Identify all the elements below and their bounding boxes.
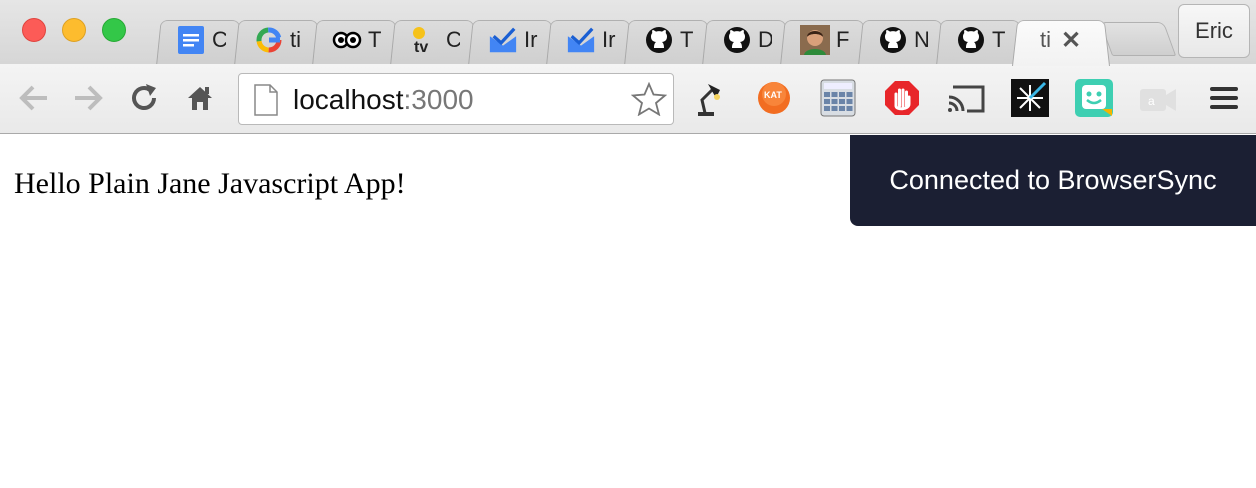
google-g-icon <box>254 25 284 55</box>
cast-icon[interactable] <box>946 78 986 118</box>
photo-avatar-icon <box>800 25 830 55</box>
tab-label: Ir <box>602 27 616 52</box>
menu-button[interactable] <box>1204 78 1244 118</box>
window-close-button[interactable] <box>22 18 46 42</box>
forward-arrow-icon <box>75 85 103 111</box>
tab-item[interactable]: F <box>800 22 850 58</box>
page-content: Hello Plain Jane Javascript App! Connect… <box>0 135 1256 488</box>
kat-icon[interactable]: KAT <box>754 78 794 118</box>
face-icon[interactable] <box>1074 78 1114 118</box>
tab-item[interactable]: Ir <box>488 22 538 58</box>
spark-icon[interactable] <box>1010 78 1050 118</box>
tripadvisor-owl-icon <box>332 25 362 55</box>
adblock-icon[interactable] <box>882 78 922 118</box>
camera-icon[interactable]: a <box>1138 78 1178 118</box>
tab-item[interactable]: Ir <box>566 22 616 58</box>
tab-label: C <box>212 27 226 52</box>
url-host: localhost <box>293 84 404 115</box>
tab-item[interactable]: C <box>176 22 226 58</box>
toolbar: localhost:3000 KAT a <box>0 64 1256 134</box>
tab-label: T <box>368 27 382 52</box>
github-icon <box>878 25 908 55</box>
reload-icon <box>132 84 156 110</box>
tab-label: C <box>446 27 460 52</box>
github-icon <box>956 25 986 55</box>
back-button[interactable] <box>14 78 54 118</box>
tab-label: ti <box>1040 27 1051 52</box>
inbox-icon <box>488 25 518 55</box>
tv-icon: tv <box>410 25 440 55</box>
tab-label: F <box>836 27 850 52</box>
github-icon <box>644 25 674 55</box>
browsersync-notification: Connected to BrowserSync <box>850 135 1256 226</box>
tab-label: N <box>914 27 928 52</box>
tab-item[interactable]: D <box>722 22 772 58</box>
tab-item[interactable]: T <box>332 22 382 58</box>
svg-text:KAT: KAT <box>764 90 782 100</box>
tab-item[interactable]: T <box>644 22 694 58</box>
tab-strip: C ti T tv C Ir Ir T D F N T ti ✕ Eric <box>0 0 1256 67</box>
tab-item-active[interactable]: ti ✕ <box>1040 22 1100 58</box>
svg-text:tv: tv <box>414 39 428 55</box>
calculator-icon[interactable] <box>818 78 858 118</box>
tab-label: T <box>680 27 694 52</box>
tab-label: T <box>992 27 1006 52</box>
tab-item[interactable]: tv C <box>410 22 460 58</box>
tab-label: ti <box>290 27 301 52</box>
bookmark-star-icon[interactable] <box>630 81 668 121</box>
forward-button[interactable] <box>68 78 108 118</box>
lamp-icon[interactable] <box>688 78 728 118</box>
tab-item[interactable]: ti <box>254 22 304 58</box>
tab-label: D <box>758 27 772 52</box>
window-maximize-button[interactable] <box>102 18 126 42</box>
profile-button[interactable]: Eric <box>1178 4 1250 58</box>
tab-item[interactable]: T <box>956 22 1006 58</box>
google-docs-icon <box>176 25 206 55</box>
reload-button[interactable] <box>124 78 164 118</box>
page-icon <box>253 84 279 121</box>
home-button[interactable] <box>180 78 220 118</box>
window-minimize-button[interactable] <box>62 18 86 42</box>
page-heading: Hello Plain Jane Javascript App! <box>14 167 406 200</box>
tab-item[interactable]: N <box>878 22 928 58</box>
address-bar[interactable]: localhost:3000 <box>238 73 674 125</box>
svg-text:a: a <box>1148 94 1155 108</box>
home-icon <box>188 87 212 110</box>
url-text[interactable]: localhost:3000 <box>293 84 474 116</box>
tab-label: Ir <box>524 27 538 52</box>
inbox-icon <box>566 25 596 55</box>
new-tab-button[interactable] <box>1099 22 1177 56</box>
url-port: :3000 <box>403 84 474 115</box>
back-arrow-icon <box>19 85 47 111</box>
github-icon <box>722 25 752 55</box>
hamburger-menu-icon <box>1210 87 1238 109</box>
close-tab-icon[interactable]: ✕ <box>1061 26 1081 55</box>
